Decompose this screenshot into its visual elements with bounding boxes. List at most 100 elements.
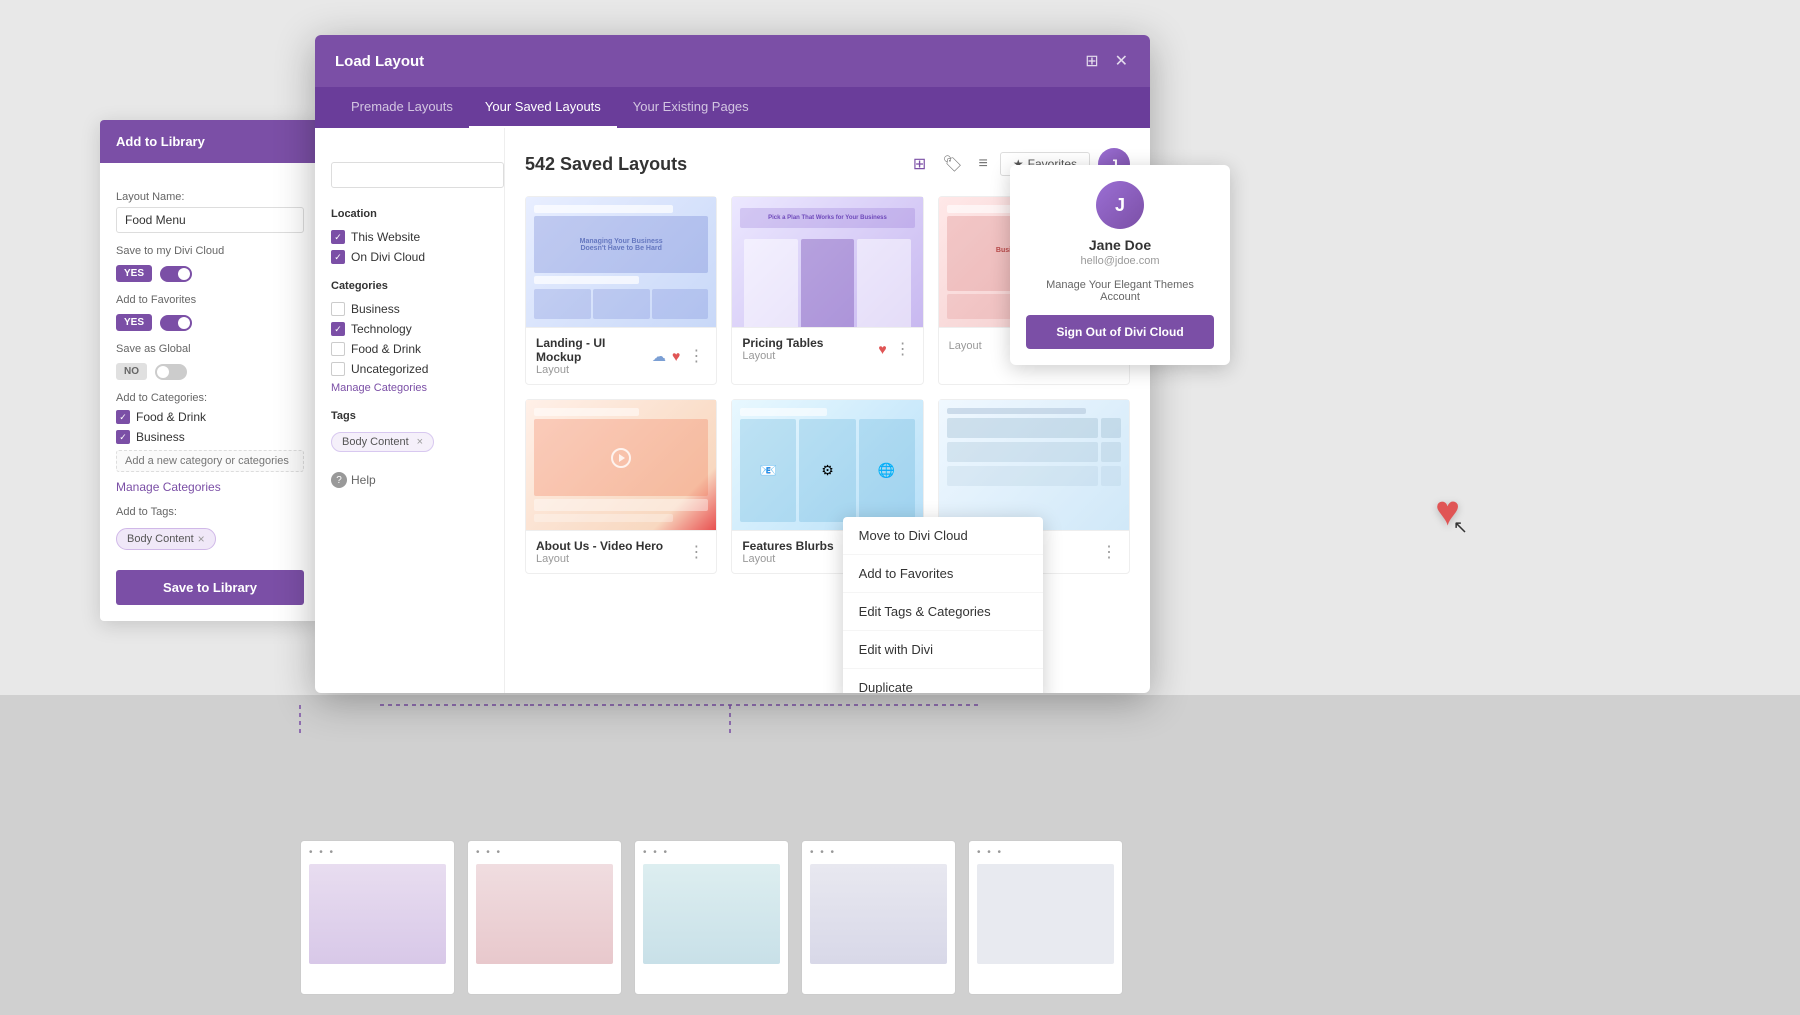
- profile-avatar: J: [1096, 181, 1144, 229]
- divi-cloud-label: On Divi Cloud: [351, 250, 425, 264]
- filter-manage-categories-link[interactable]: Manage Categories: [331, 382, 488, 394]
- location-divi-cloud: On Divi Cloud: [331, 250, 488, 264]
- layout-type-2: Layout: [742, 350, 823, 362]
- modal-settings-btn[interactable]: ⊞: [1083, 49, 1100, 73]
- context-edit-tags-categories[interactable]: Edit Tags & Categories: [843, 593, 1043, 631]
- heart-cursor-icon: ♥: [1435, 487, 1460, 534]
- context-menu: Move to Divi Cloud Add to Favorites Edit…: [843, 517, 1043, 693]
- profile-dropdown: J Jane Doe hello@jdoe.com Manage Your El…: [1010, 165, 1230, 365]
- bg-thumbnail-5: [968, 840, 1123, 995]
- tab-saved-layouts[interactable]: Your Saved Layouts: [469, 87, 617, 128]
- add-favorites-toggle[interactable]: [160, 315, 192, 331]
- sidebar-title: Add to Library: [116, 134, 205, 149]
- bg-thumbnail-4: [801, 840, 956, 995]
- categories-section-title: Categories: [331, 280, 488, 292]
- layout-name-5: Features Blurbs: [742, 539, 833, 553]
- layout-info-1: Landing - UI Mockup Layout ☁ ♥ ⋮: [526, 327, 716, 384]
- layout-name-4: About Us - Video Hero: [536, 539, 663, 553]
- save-global-no-btn[interactable]: NO: [116, 363, 147, 380]
- heart-icon-2[interactable]: ♥: [878, 341, 886, 357]
- dots-menu-4[interactable]: ⋮: [686, 542, 706, 562]
- modal-header-actions: ⊞ ✕: [1083, 49, 1130, 73]
- add-to-library-panel: Add to Library Layout Name: Save to my D…: [100, 120, 320, 621]
- tab-premade-layouts[interactable]: Premade Layouts: [335, 87, 469, 128]
- layout-search-input[interactable]: [331, 162, 504, 188]
- grid-view-btn[interactable]: ⊞: [909, 152, 930, 176]
- tag-view-btn[interactable]: 🏷: [938, 152, 966, 176]
- search-row: + + Filter: [331, 158, 488, 192]
- category-food-drink-row: Food & Drink: [116, 410, 304, 424]
- context-add-favorites[interactable]: Add to Favorites: [843, 555, 1043, 593]
- dots-menu-2[interactable]: ⋮: [893, 339, 913, 359]
- save-cloud-yes-btn[interactable]: YES: [116, 265, 152, 282]
- filter-tag-label: Body Content: [342, 436, 409, 448]
- category-business-checkbox[interactable]: [116, 430, 130, 444]
- bg-thumbnail-1: [300, 840, 455, 995]
- layout-card-2[interactable]: Pick a Plan That Works for Your Business…: [731, 196, 923, 385]
- layout-actions-2: ♥ ⋮: [878, 339, 912, 359]
- dots-menu-1[interactable]: ⋮: [686, 346, 706, 366]
- cat-technology: Technology: [331, 322, 488, 336]
- layout-thumb-4: [526, 400, 716, 530]
- modal-tabs: Premade Layouts Your Saved Layouts Your …: [315, 87, 1150, 128]
- save-global-label: Save as Global: [116, 343, 304, 355]
- cat-technology-checkbox[interactable]: [331, 322, 345, 336]
- context-move-divi-cloud[interactable]: Move to Divi Cloud: [843, 517, 1043, 555]
- save-global-toggle[interactable]: [155, 364, 187, 380]
- cat-technology-label: Technology: [351, 322, 412, 336]
- cat-food-drink: Food & Drink: [331, 342, 488, 356]
- layout-thumb-1: Managing Your BusinessDoesn't Have to Be…: [526, 197, 716, 327]
- layout-card-1[interactable]: Managing Your BusinessDoesn't Have to Be…: [525, 196, 717, 385]
- layout-info-4: About Us - Video Hero Layout ⋮: [526, 530, 716, 573]
- save-to-library-button[interactable]: Save to Library: [116, 570, 304, 605]
- modal-close-btn[interactable]: ✕: [1113, 49, 1130, 73]
- add-favorites-yes-btn[interactable]: YES: [116, 314, 152, 331]
- category-business-row: Business: [116, 430, 304, 444]
- divi-cloud-checkbox[interactable]: [331, 250, 345, 264]
- cat-uncategorized-checkbox[interactable]: [331, 362, 345, 376]
- tag-chip-remove-btn[interactable]: ×: [198, 532, 205, 546]
- category-business-label: Business: [136, 430, 185, 444]
- context-duplicate[interactable]: Duplicate: [843, 669, 1043, 693]
- layout-type-3: Layout: [949, 340, 982, 352]
- tag-chip-label: Body Content: [127, 533, 194, 545]
- context-edit-with-divi[interactable]: Edit with Divi: [843, 631, 1043, 669]
- cloud-icon-1[interactable]: ☁: [652, 348, 666, 365]
- location-this-website: This Website: [331, 230, 488, 244]
- modal-header: Load Layout ⊞ ✕: [315, 35, 1150, 87]
- filter-tag-remove[interactable]: ×: [417, 436, 423, 448]
- bg-thumbnail-2: [467, 840, 622, 995]
- profile-manage-link[interactable]: Manage Your Elegant Themes Account: [1026, 279, 1214, 303]
- cursor-arrow-icon: ↖: [1453, 517, 1468, 538]
- background-thumbnails: [0, 695, 1800, 1015]
- heart-icon-1[interactable]: ♥: [672, 348, 680, 364]
- this-website-checkbox[interactable]: [331, 230, 345, 244]
- layouts-count: 542 Saved Layouts: [525, 154, 687, 175]
- modal-title: Load Layout: [335, 53, 424, 70]
- layout-actions-4: ⋮: [686, 542, 706, 562]
- add-favorites-label: Add to Favorites: [116, 294, 304, 306]
- cat-business: Business: [331, 302, 488, 316]
- cat-food-drink-checkbox[interactable]: [331, 342, 345, 356]
- category-food-drink-label: Food & Drink: [136, 410, 206, 424]
- manage-categories-link[interactable]: Manage Categories: [116, 480, 304, 494]
- dots-menu-6[interactable]: ⋮: [1099, 542, 1119, 562]
- heart-cursor-container: ♥ ↖: [1435, 490, 1460, 532]
- filter-sidebar: + + Filter Location This Website On Divi…: [315, 128, 505, 693]
- save-cloud-toggle[interactable]: [160, 266, 192, 282]
- list-view-btn[interactable]: ≡: [975, 153, 992, 175]
- layout-thumb-2: Pick a Plan That Works for Your Business: [732, 197, 922, 327]
- help-link[interactable]: ? Help: [331, 472, 488, 488]
- cat-business-label: Business: [351, 302, 400, 316]
- cat-uncategorized-label: Uncategorized: [351, 362, 428, 376]
- cat-business-checkbox[interactable]: [331, 302, 345, 316]
- layout-card-4[interactable]: About Us - Video Hero Layout ⋮: [525, 399, 717, 574]
- cat-food-drink-label: Food & Drink: [351, 342, 421, 356]
- layout-type-5: Layout: [742, 553, 833, 565]
- profile-signout-btn[interactable]: Sign Out of Divi Cloud: [1026, 315, 1214, 349]
- category-food-drink-checkbox[interactable]: [116, 410, 130, 424]
- sidebar-header: Add to Library: [100, 120, 320, 163]
- new-category-input[interactable]: [116, 450, 304, 472]
- layout-name-input[interactable]: [116, 207, 304, 233]
- tab-existing-pages[interactable]: Your Existing Pages: [617, 87, 765, 128]
